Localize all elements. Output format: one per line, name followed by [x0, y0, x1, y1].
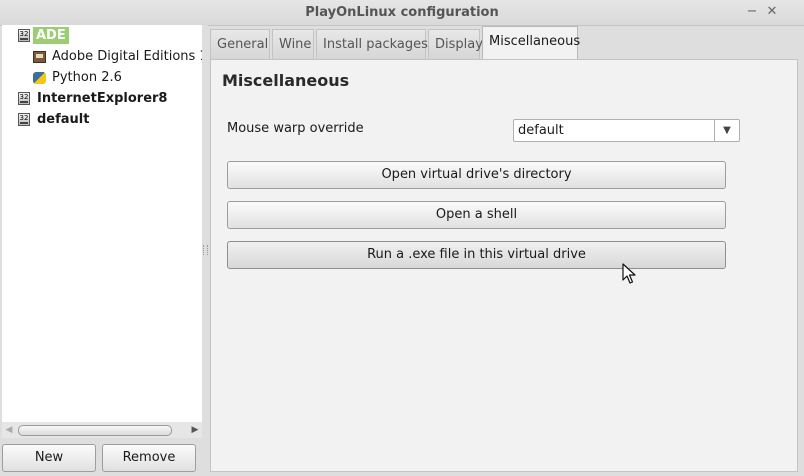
tab-install-packages[interactable]: Install packages [316, 29, 428, 59]
scroll-thumb[interactable] [18, 425, 172, 436]
scroll-right-arrow-icon[interactable]: ▶ [188, 423, 202, 437]
open-shell-button[interactable]: Open a shell [227, 201, 726, 229]
tree-item-label: ADE [33, 27, 69, 44]
tab-wine[interactable]: Wine [272, 29, 314, 59]
remove-button[interactable]: Remove [102, 444, 196, 472]
drive-32bit-icon: 32 [18, 92, 30, 105]
open-virtual-drive-directory-button[interactable]: Open virtual drive's directory [227, 161, 726, 189]
adobe-digital-editions-icon [33, 51, 46, 63]
tree-item-label: default [37, 112, 90, 127]
mouse-warp-label: Mouse warp override [227, 121, 364, 136]
python-icon [33, 72, 46, 84]
tab-miscellaneous[interactable]: Miscellaneous [482, 26, 580, 59]
minimize-icon[interactable]: − [744, 4, 760, 20]
drive-32bit-icon: 32 [18, 113, 30, 126]
miscellaneous-panel: Miscellaneous Mouse warp override defaul… [210, 59, 798, 472]
panel-title: Miscellaneous [222, 71, 350, 90]
mouse-pointer-icon [622, 263, 636, 284]
drive-32bit-icon: 32 [18, 29, 30, 42]
scroll-left-arrow-icon[interactable]: ◀ [2, 423, 16, 437]
panel-splitter[interactable] [202, 25, 208, 476]
tree-item-label: Python 2.6 [52, 70, 122, 85]
title-bar[interactable]: PlayOnLinux configuration − ✕ [0, 0, 804, 26]
tree-item-label: Adobe Digital Editions 1.7 [52, 49, 202, 64]
virtual-drive-tree[interactable]: 32 ADE Adobe Digital Editions 1.7 Python… [2, 25, 202, 422]
chevron-down-icon[interactable]: ▼ [714, 120, 739, 141]
new-button[interactable]: New [2, 444, 96, 472]
run-exe-button[interactable]: Run a .exe file in this virtual drive [227, 241, 726, 269]
mouse-warp-value: default [518, 123, 564, 138]
splitter-grip-icon [203, 245, 208, 255]
close-icon[interactable]: ✕ [764, 4, 780, 20]
tree-horizontal-scrollbar[interactable]: ◀ ▶ [2, 422, 202, 438]
tree-item-label: InternetExplorer8 [37, 91, 168, 106]
playonlinux-config-window: PlayOnLinux configuration − ✕ 32 ADE Ado… [0, 0, 804, 476]
window-title: PlayOnLinux configuration [305, 5, 499, 20]
tab-general[interactable]: General [210, 29, 270, 59]
tab-display[interactable]: Display [428, 29, 483, 59]
mouse-warp-select[interactable]: default ▼ [513, 119, 740, 142]
